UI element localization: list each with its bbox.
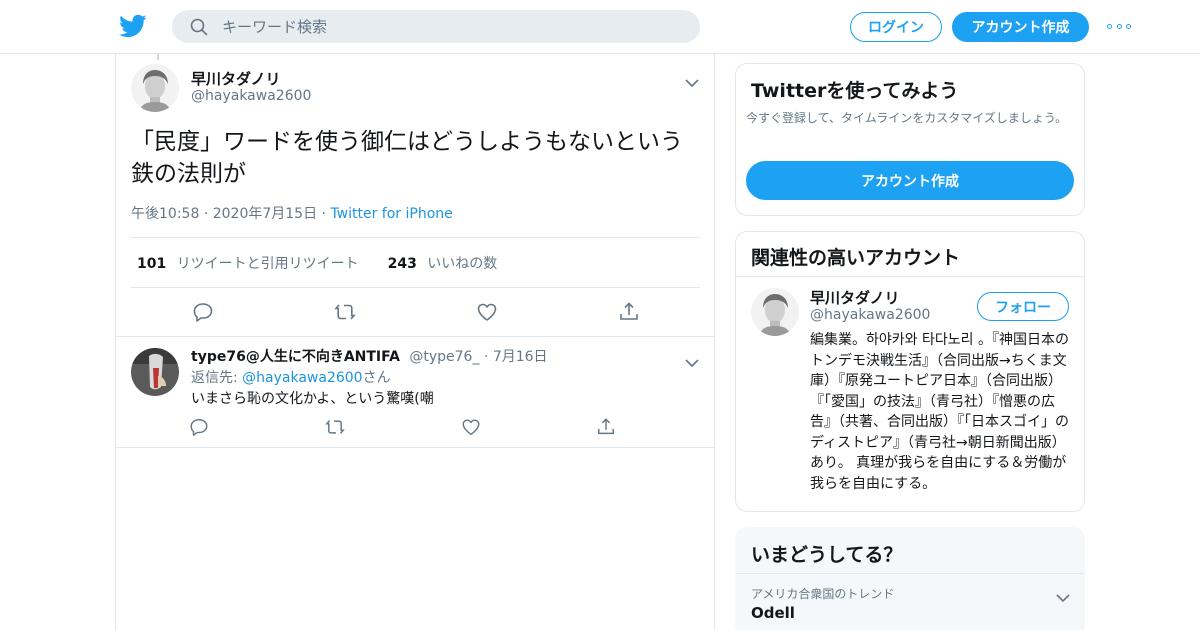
login-button[interactable]: ログイン bbox=[850, 12, 942, 42]
reply-to-prefix: 返信先: bbox=[191, 370, 243, 386]
related-accounts-card: 関連性の高いアカウント 早川タダノリ @hayakawa2600 フォロー 編集… bbox=[735, 231, 1085, 512]
divider bbox=[736, 573, 1084, 574]
reply-icon[interactable] bbox=[192, 301, 214, 323]
reply-to-suffix: さん bbox=[362, 370, 391, 386]
related-account-handle[interactable]: @hayakawa2600 bbox=[810, 307, 930, 323]
retweet-count[interactable]: 101 bbox=[137, 256, 166, 272]
like-icon[interactable] bbox=[461, 417, 481, 437]
related-account-bio: 編集業。하야카와 타다노리 。『神国日本のトンデモ決戦生活』（合同出版→ちくま文… bbox=[810, 332, 1069, 492]
tweet-timestamp[interactable]: 午後10:58 · 2020年7月15日 · Twitter for iPhon… bbox=[131, 203, 453, 223]
meta-separator: · bbox=[203, 206, 213, 222]
reply-actions bbox=[116, 417, 716, 441]
search-box[interactable] bbox=[172, 10, 700, 43]
trends-card: いまどうしてる？ アメリカ合衆国のトレンド Odell bbox=[735, 527, 1085, 630]
signup-card-description: 今すぐ登録して、タイムラインをカスタマイズしましょう。 bbox=[746, 111, 1068, 125]
like-icon[interactable] bbox=[476, 301, 498, 323]
divider bbox=[736, 276, 1084, 277]
trend-item[interactable]: Odell bbox=[751, 604, 795, 622]
like-label[interactable]: いいねの数 bbox=[427, 256, 497, 272]
reply-author-name[interactable]: type76@人生に不向きANTIFA bbox=[191, 349, 400, 365]
tweet-actions bbox=[116, 301, 716, 325]
reply-text: いまさら恥の文化かよ、という驚嘆(嘲 bbox=[191, 391, 434, 407]
meta-separator: · bbox=[483, 349, 493, 365]
tweet-source-link[interactable]: Twitter for iPhone bbox=[330, 206, 452, 222]
tweet-detail-column: 早川タダノリ @hayakawa2600 「民度」ワードを使う御仁はどうしようも… bbox=[115, 54, 715, 630]
like-count[interactable]: 243 bbox=[388, 256, 417, 272]
divider bbox=[131, 287, 700, 288]
search-icon bbox=[190, 18, 208, 36]
avatar[interactable] bbox=[131, 64, 179, 112]
chevron-down-icon[interactable] bbox=[685, 73, 699, 88]
share-icon[interactable] bbox=[596, 417, 616, 437]
related-account-name[interactable]: 早川タダノリ bbox=[810, 287, 900, 308]
reply-to-mention[interactable]: @hayakawa2600 bbox=[242, 370, 362, 386]
retweet-icon[interactable] bbox=[334, 301, 356, 323]
signup-card-button[interactable]: アカウント作成 bbox=[746, 161, 1074, 200]
top-navigation-bar: ログイン アカウント作成 bbox=[0, 0, 1200, 54]
author-name[interactable]: 早川タダノリ bbox=[191, 68, 281, 89]
reply-author-handle[interactable]: @type76_ bbox=[409, 349, 479, 365]
reply-icon[interactable] bbox=[189, 417, 209, 437]
reply-date[interactable]: 7月16日 bbox=[493, 349, 548, 365]
divider bbox=[116, 447, 715, 448]
chevron-down-icon[interactable] bbox=[685, 353, 699, 368]
signup-button[interactable]: アカウント作成 bbox=[952, 12, 1089, 42]
search-input[interactable] bbox=[222, 10, 682, 43]
related-accounts-title: 関連性の高いアカウント bbox=[751, 247, 961, 269]
signup-card-title: Twitterを使ってみよう bbox=[751, 80, 959, 102]
tweet-date[interactable]: 2020年7月15日 bbox=[213, 206, 317, 222]
retweet-icon[interactable] bbox=[325, 417, 345, 437]
tweet-time[interactable]: 午後10:58 bbox=[131, 206, 199, 222]
retweet-label[interactable]: リツイートと引用リツイート bbox=[177, 256, 359, 272]
reply-header: type76@人生に不向きANTIFA @type76_ · 7月16日 bbox=[191, 346, 548, 366]
reply-to-line: 返信先: @hayakawa2600さん bbox=[191, 367, 391, 387]
author-handle[interactable]: @hayakawa2600 bbox=[191, 88, 311, 104]
signup-card: Twitterを使ってみよう 今すぐ登録して、タイムラインをカスタマイズしましょ… bbox=[735, 63, 1085, 216]
tweet-text: 「民度」ワードを使う御仁はどうしようもないという鉄の法則が bbox=[131, 129, 683, 187]
share-icon[interactable] bbox=[618, 301, 640, 323]
more-options-icon[interactable] bbox=[1107, 17, 1131, 35]
tweet-stats: 101 リツイートと引用リツイート 243 いいねの数 bbox=[137, 253, 497, 273]
trends-title: いまどうしてる？ bbox=[751, 544, 903, 566]
thread-connector bbox=[157, 54, 159, 60]
follow-button[interactable]: フォロー bbox=[977, 292, 1069, 321]
reply-avatar[interactable] bbox=[131, 348, 179, 396]
divider bbox=[131, 237, 700, 238]
chevron-down-icon[interactable] bbox=[1056, 588, 1070, 603]
divider bbox=[116, 336, 715, 337]
trend-context: アメリカ合衆国のトレンド bbox=[751, 587, 895, 601]
avatar[interactable] bbox=[751, 288, 799, 336]
twitter-bird-icon[interactable] bbox=[119, 12, 147, 40]
